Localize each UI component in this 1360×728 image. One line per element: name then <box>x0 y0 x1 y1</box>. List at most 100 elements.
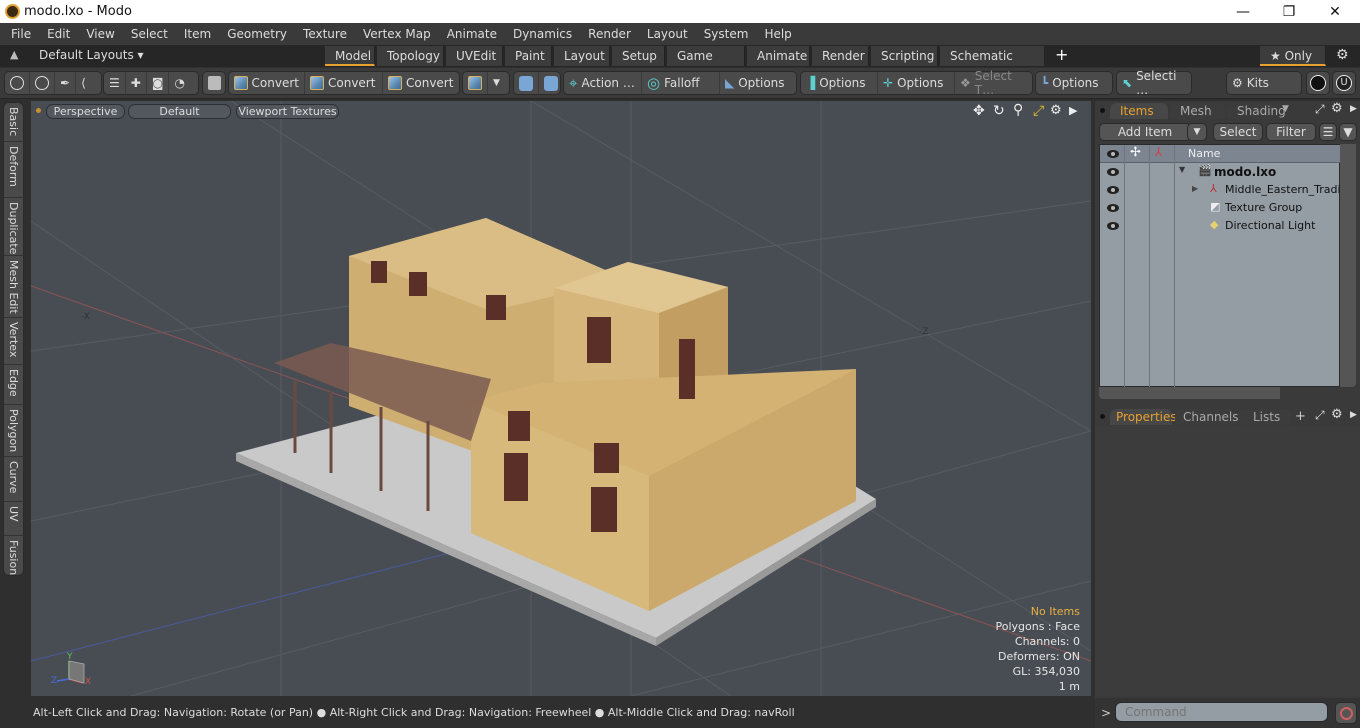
pen-tool-button[interactable]: ✒ <box>55 72 77 94</box>
menu-select[interactable]: Select <box>123 27 176 41</box>
tab-properties[interactable]: Properties <box>1110 409 1177 425</box>
menu-edit[interactable]: Edit <box>39 27 78 41</box>
rotate-icon[interactable]: ↻ <box>993 103 1005 119</box>
tabs-dropdown-arrow[interactable]: ▼ <box>1282 104 1289 114</box>
item-row[interactable]: ◆ Directional Light <box>1100 217 1341 235</box>
3d-viewport[interactable]: Y Z X -X -Z Perspective Default Viewport… <box>31 101 1091 696</box>
properties-maximize-icon[interactable]: ⤢ <box>1315 408 1325 423</box>
add-panel-tab-button[interactable]: + <box>1295 409 1306 424</box>
tab-animate[interactable]: Animate <box>747 46 810 66</box>
view-type-dropdown[interactable]: Perspective <box>46 104 125 119</box>
select-items-button[interactable] <box>30 72 55 94</box>
convert-button-1[interactable]: Convert <box>229 72 305 94</box>
visibility-column-header[interactable] <box>1100 145 1124 163</box>
name-column-header[interactable]: Name <box>1188 147 1220 160</box>
vtab-polygon[interactable]: Polygon <box>4 405 25 457</box>
panel-gear-icon[interactable]: ⚙ <box>1331 101 1343 116</box>
item-list-vscrollbar[interactable] <box>1340 144 1356 387</box>
properties-gear-icon[interactable]: ⚙ <box>1331 407 1343 422</box>
filter-button[interactable]: Filter <box>1266 123 1316 141</box>
tab-channels[interactable]: Channels <box>1175 409 1239 425</box>
settings-gear-icon[interactable]: ⚙ <box>1336 47 1349 63</box>
edge-mode-button[interactable]: ☰ <box>104 72 126 94</box>
close-button[interactable]: ✕ <box>1312 0 1358 23</box>
vtab-deform[interactable]: Deform <box>4 142 25 198</box>
eye-icon[interactable] <box>1107 168 1119 176</box>
collapse-up-icon[interactable]: ▲ <box>10 48 18 61</box>
slice-options-button[interactable]: ▐ Options <box>801 72 878 94</box>
menu-help[interactable]: Help <box>756 27 799 41</box>
menu-dynamics[interactable]: Dynamics <box>505 27 580 41</box>
tab-paint[interactable]: Paint <box>505 46 552 66</box>
tab-model[interactable]: Model <box>325 46 375 66</box>
viewport-expand-arrow-icon[interactable]: ▶ <box>1069 104 1077 117</box>
shading-dropdown[interactable]: Default <box>128 104 231 119</box>
default-layouts-dropdown[interactable]: Default Layouts ▾ <box>39 48 144 62</box>
mesh-button[interactable] <box>463 72 488 94</box>
menu-view[interactable]: View <box>78 27 122 41</box>
zoom-magnifier-icon[interactable]: ⚲ <box>1013 102 1023 118</box>
filter-funnel-icon[interactable]: ▼ <box>1339 123 1357 141</box>
mesh-dropdown-arrow[interactable]: ▼ <box>488 72 505 94</box>
tab-scripting[interactable]: Scripting <box>871 46 938 66</box>
collapse-arrow-icon[interactable]: ▼ <box>1179 165 1185 174</box>
menu-layout[interactable]: Layout <box>639 27 696 41</box>
workplane-options-button[interactable]: ┗ Options <box>1036 72 1112 94</box>
menu-texture[interactable]: Texture <box>295 27 355 41</box>
command-input[interactable] <box>1115 702 1328 722</box>
unreal-button[interactable]: U <box>1332 71 1356 95</box>
tab-topology[interactable]: Topology <box>377 46 444 66</box>
locator-column-header-icon[interactable]: ⅄ <box>1155 145 1162 159</box>
command-history-button[interactable] <box>1335 702 1357 724</box>
eye-icon[interactable] <box>1107 222 1119 230</box>
tab-lists[interactable]: Lists <box>1239 409 1291 425</box>
selection-sets-button[interactable]: ⬉ Selecti … <box>1117 69 1191 97</box>
workplane-button[interactable] <box>539 72 563 94</box>
select-none-button[interactable] <box>5 72 30 94</box>
kits-button[interactable]: ⚙ Kits <box>1227 72 1301 94</box>
pivot-mode-button[interactable]: ◔ <box>169 72 189 94</box>
only-toggle[interactable]: ★ Only <box>1260 46 1326 66</box>
panel-maximize-icon[interactable]: ⤢ <box>1315 102 1325 117</box>
menu-render[interactable]: Render <box>580 27 639 41</box>
viewport-gear-icon[interactable]: ⚙ <box>1050 103 1062 118</box>
menu-vertex-map[interactable]: Vertex Map <box>355 27 439 41</box>
item-row[interactable]: ◩ Texture Group <box>1100 199 1341 217</box>
vtab-uv[interactable]: UV <box>4 502 25 536</box>
panel-expand-arrow-icon[interactable]: ▶ <box>1350 104 1357 114</box>
tab-items[interactable]: Items <box>1110 103 1168 119</box>
menu-animate[interactable]: Animate <box>439 27 505 41</box>
tab-render[interactable]: Render <box>812 46 869 66</box>
tab-schematic-fusion[interactable]: Schematic Fusion <box>940 46 1045 83</box>
vtab-vertex[interactable]: Vertex <box>4 318 25 365</box>
symmetry-button[interactable] <box>514 72 539 94</box>
panel-menu-dot-icon[interactable] <box>1100 108 1105 113</box>
item-row[interactable]: ▶ ⅄ Middle_Eastern_Tradi… <box>1100 181 1352 199</box>
eye-icon[interactable] <box>1107 204 1119 212</box>
vtab-fusion[interactable]: Fusion <box>4 536 25 577</box>
add-item-dropdown[interactable]: ▼ <box>1187 123 1207 141</box>
menu-file[interactable]: File <box>0 27 39 41</box>
viewport-textures-dropdown[interactable]: Viewport Textures <box>236 104 339 119</box>
vertex-mode-button[interactable]: ⟨ <box>76 72 91 94</box>
minimize-button[interactable]: — <box>1220 0 1266 23</box>
menu-item[interactable]: Item <box>176 27 219 41</box>
item-row[interactable]: ▼ 🎬 modo.lxo <box>1100 163 1341 181</box>
pan-move-icon[interactable]: ✥ <box>973 103 985 119</box>
vtab-curve[interactable]: Curve <box>4 457 25 502</box>
tab-uvedit[interactable]: UVEdit <box>446 46 503 66</box>
item-list-hscrollbar[interactable] <box>1099 387 1280 399</box>
select-through-button[interactable]: ❖ Select T… <box>955 69 1032 97</box>
viewport-menu-dot-icon[interactable] <box>36 108 41 113</box>
vtab-mesh-edit[interactable]: Mesh Edit <box>4 256 25 318</box>
maximize-button[interactable]: ❐ <box>1266 0 1312 23</box>
material-mode-button[interactable]: ◙ <box>147 72 170 94</box>
tab-mesh[interactable]: Mesh … <box>1170 103 1225 134</box>
list-options-icon[interactable]: ☰ <box>1319 123 1337 141</box>
vtab-duplicate[interactable]: Duplicate <box>4 198 25 256</box>
falloff-button[interactable]: ◎ Falloff <box>642 72 720 94</box>
properties-menu-dot-icon[interactable] <box>1100 414 1105 419</box>
lock-column-header-icon[interactable]: ✢ <box>1130 145 1141 160</box>
action-center-button[interactable]: ⌖ Action … <box>564 72 642 94</box>
expand-arrow-icon[interactable]: ▶ <box>1192 184 1198 193</box>
